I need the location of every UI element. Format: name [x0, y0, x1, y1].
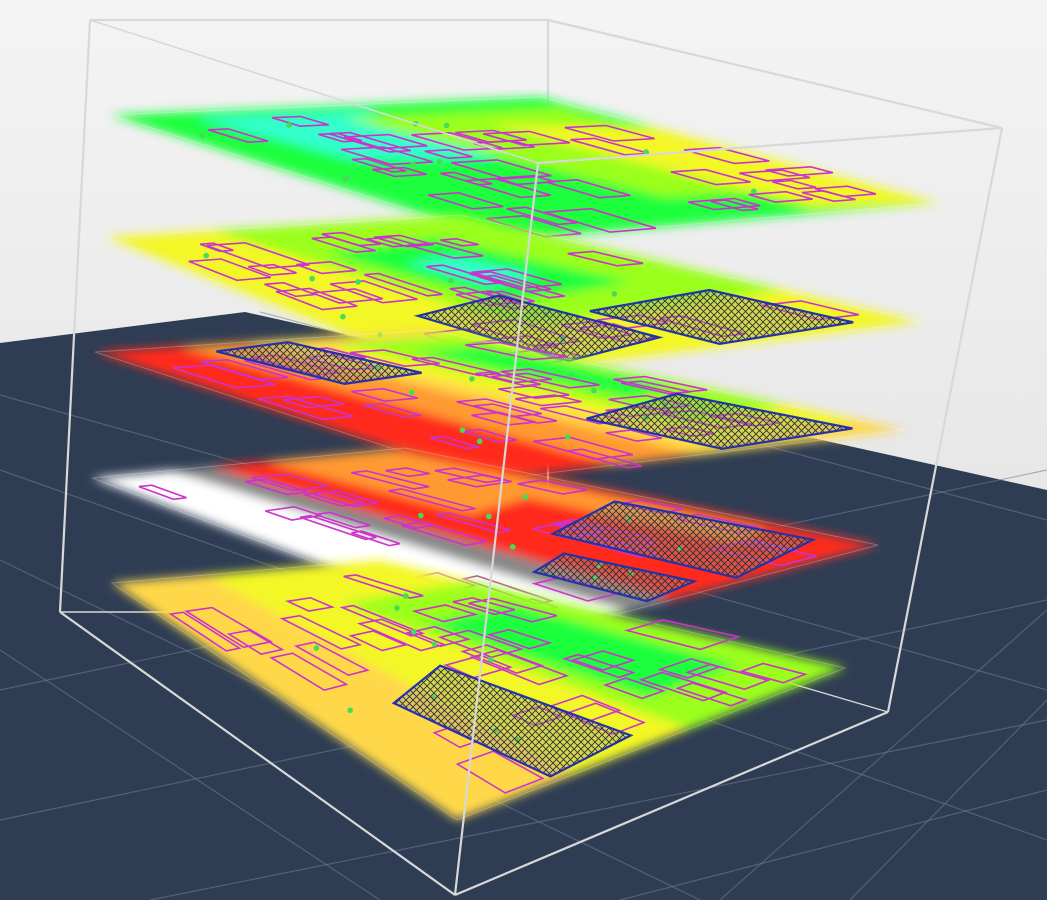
access-point-marker[interactable]	[342, 176, 349, 183]
access-point-marker[interactable]	[347, 707, 354, 714]
access-point-marker[interactable]	[436, 158, 443, 165]
3d-scene-canvas[interactable]	[0, 0, 1047, 900]
access-point-marker[interactable]	[443, 122, 450, 129]
access-point-marker[interactable]	[568, 372, 574, 379]
access-point-marker[interactable]	[459, 427, 466, 433]
access-point-marker[interactable]	[751, 188, 757, 195]
access-point-marker[interactable]	[591, 387, 597, 394]
access-point-marker[interactable]	[411, 629, 417, 635]
access-point-marker[interactable]	[564, 434, 571, 440]
access-point-marker[interactable]	[486, 513, 492, 520]
access-point-marker[interactable]	[522, 494, 529, 500]
access-point-marker[interactable]	[309, 275, 315, 282]
access-point-marker[interactable]	[340, 313, 346, 320]
access-point-marker[interactable]	[199, 133, 206, 139]
access-point-marker[interactable]	[313, 645, 320, 651]
access-point-marker[interactable]	[394, 605, 400, 611]
access-point-marker[interactable]	[408, 389, 415, 396]
access-point-marker[interactable]	[355, 279, 361, 285]
3d-heatmap-viewport[interactable]	[0, 0, 1047, 900]
access-point-marker[interactable]	[410, 161, 416, 168]
access-point-marker[interactable]	[402, 593, 409, 599]
access-point-marker[interactable]	[448, 277, 454, 284]
access-point-marker[interactable]	[476, 438, 483, 445]
access-point-marker[interactable]	[203, 252, 209, 259]
access-point-marker[interactable]	[469, 376, 475, 382]
access-point-marker[interactable]	[286, 122, 292, 128]
access-point-marker[interactable]	[488, 656, 494, 663]
access-point-marker[interactable]	[611, 291, 618, 297]
access-point-marker[interactable]	[418, 512, 424, 519]
access-point-marker[interactable]	[431, 641, 438, 647]
access-point-marker[interactable]	[509, 544, 516, 550]
